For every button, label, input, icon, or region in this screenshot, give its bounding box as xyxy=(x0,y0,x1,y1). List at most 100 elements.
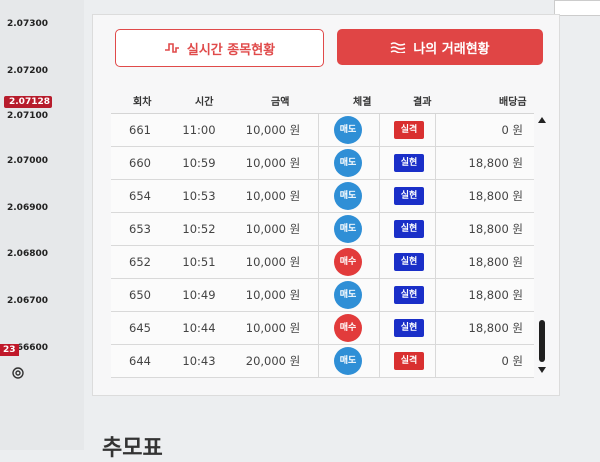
fill-cell: 매수 xyxy=(319,312,379,344)
round-number: 660 xyxy=(129,156,151,170)
section-heading-fragment: 추모표 xyxy=(102,436,163,461)
scrollbar-thumb[interactable] xyxy=(539,320,545,362)
realtime-status-button[interactable]: 실시간 종목현황 xyxy=(115,29,324,67)
header-amount: 금액 xyxy=(271,97,290,108)
trade-panel: 실시간 종목현황 나의 거래현황 회차 시간 금액 체결 결과 배당금 661 1… xyxy=(92,14,560,396)
fill-cell: 매도 xyxy=(319,114,379,146)
dividend-amount: 18,800 원 xyxy=(468,156,523,170)
trade-time: 10:43 xyxy=(182,354,216,368)
trade-amount: 10,000 원 xyxy=(245,156,301,170)
realtime-status-label: 실시간 종목현황 xyxy=(186,42,276,58)
header-result: 결과 xyxy=(413,97,432,108)
count-badge: 23 xyxy=(0,344,19,356)
trade-amount: 10,000 원 xyxy=(245,222,301,236)
divider xyxy=(435,114,436,146)
divider xyxy=(435,345,436,377)
result-cell: 실현 xyxy=(379,279,435,311)
round-number: 652 xyxy=(129,255,151,269)
dividend-amount: 18,800 원 xyxy=(468,288,523,302)
result-badge: 실현 xyxy=(394,253,424,271)
result-badge: 실현 xyxy=(394,220,424,238)
price-tick: 2.07300 xyxy=(7,19,48,29)
divider xyxy=(435,180,436,212)
price-tick: 2.07200 xyxy=(7,66,48,76)
result-cell: 실현 xyxy=(379,180,435,212)
scroll-up-icon[interactable] xyxy=(538,117,546,123)
pulse-icon xyxy=(164,42,180,54)
header-time: 시간 xyxy=(195,97,214,108)
fill-badge: 매도 xyxy=(334,215,362,243)
trade-amount: 10,000 원 xyxy=(245,189,301,203)
round-number: 654 xyxy=(129,189,151,203)
result-badge: 실현 xyxy=(394,319,424,337)
current-price-marker: 2.07128 xyxy=(4,96,52,108)
dividend-amount: 18,800 원 xyxy=(468,321,523,335)
result-badge: 실격 xyxy=(394,121,424,139)
result-cell: 실현 xyxy=(379,246,435,278)
trade-amount: 10,000 원 xyxy=(245,255,301,269)
divider xyxy=(435,213,436,245)
result-badge: 실현 xyxy=(394,187,424,205)
fill-badge: 매수 xyxy=(334,248,362,276)
fill-badge: 매도 xyxy=(334,149,362,177)
trade-time: 10:44 xyxy=(182,321,216,335)
header-round: 회차 xyxy=(133,97,152,108)
top-right-tab[interactable] xyxy=(554,0,600,16)
fill-cell: 매도 xyxy=(319,180,379,212)
trade-time: 10:59 xyxy=(182,156,216,170)
result-badge: 실현 xyxy=(394,286,424,304)
fill-cell: 매도 xyxy=(319,147,379,179)
price-tick: 2.06700 xyxy=(7,296,48,306)
fill-cell: 매도 xyxy=(319,279,379,311)
result-badge: 실현 xyxy=(394,154,424,172)
result-cell: 실현 xyxy=(379,147,435,179)
price-tick: 2.07100 xyxy=(7,111,48,121)
price-tick: 2.06900 xyxy=(7,203,48,213)
table-row: 652 10:51 10,000 원 매수 실현 18,800 원 xyxy=(111,246,534,279)
fill-badge: 매도 xyxy=(334,347,362,375)
fill-cell: 매도 xyxy=(319,213,379,245)
table-row: 653 10:52 10,000 원 매도 실현 18,800 원 xyxy=(111,213,534,246)
price-tick: 2.06800 xyxy=(7,249,48,259)
fill-cell: 매수 xyxy=(319,246,379,278)
result-cell: 실격 xyxy=(379,114,435,146)
header-fill: 체결 xyxy=(353,97,372,108)
dividend-amount: 0 원 xyxy=(501,123,523,137)
trade-time: 10:53 xyxy=(182,189,216,203)
table-row: 660 10:59 10,000 원 매도 실현 18,800 원 xyxy=(111,147,534,180)
table-row: 645 10:44 10,000 원 매수 실현 18,800 원 xyxy=(111,312,534,345)
trade-amount: 10,000 원 xyxy=(245,123,301,137)
trade-time: 10:49 xyxy=(182,288,216,302)
dividend-amount: 18,800 원 xyxy=(468,189,523,203)
table-row: 650 10:49 10,000 원 매도 실현 18,800 원 xyxy=(111,279,534,312)
my-trades-button[interactable]: 나의 거래현황 xyxy=(337,29,543,65)
fill-badge: 매수 xyxy=(334,314,362,342)
dividend-amount: 18,800 원 xyxy=(468,222,523,236)
fill-badge: 매도 xyxy=(334,116,362,144)
scroll-down-icon[interactable] xyxy=(538,367,546,373)
trade-amount: 10,000 원 xyxy=(245,321,301,335)
result-cell: 실격 xyxy=(379,345,435,377)
my-trades-label: 나의 거래현황 xyxy=(413,41,490,57)
trade-amount: 10,000 원 xyxy=(245,288,301,302)
fill-cell: 매도 xyxy=(319,345,379,377)
result-badge: 실격 xyxy=(394,352,424,370)
trade-amount: 20,000 원 xyxy=(245,354,301,368)
gear-icon[interactable] xyxy=(11,366,25,380)
dividend-amount: 0 원 xyxy=(501,354,523,368)
header-dividend: 배당금 xyxy=(499,97,527,108)
round-number: 661 xyxy=(129,123,151,137)
fill-badge: 매도 xyxy=(334,281,362,309)
result-cell: 실현 xyxy=(379,213,435,245)
dividend-amount: 18,800 원 xyxy=(468,255,523,269)
divider xyxy=(435,279,436,311)
table-row: 654 10:53 10,000 원 매도 실현 18,800 원 xyxy=(111,180,534,213)
round-number: 645 xyxy=(129,321,151,335)
price-tick: 2.07000 xyxy=(7,156,48,166)
result-cell: 실현 xyxy=(379,312,435,344)
trade-time: 11:00 xyxy=(182,123,216,137)
trade-time: 10:51 xyxy=(182,255,216,269)
fill-badge: 매도 xyxy=(334,182,362,210)
table-row: 661 11:00 10,000 원 매도 실격 0 원 xyxy=(111,114,534,147)
price-axis: 2.07300 2.07200 2.07128 2.07100 2.07000 … xyxy=(0,0,84,450)
